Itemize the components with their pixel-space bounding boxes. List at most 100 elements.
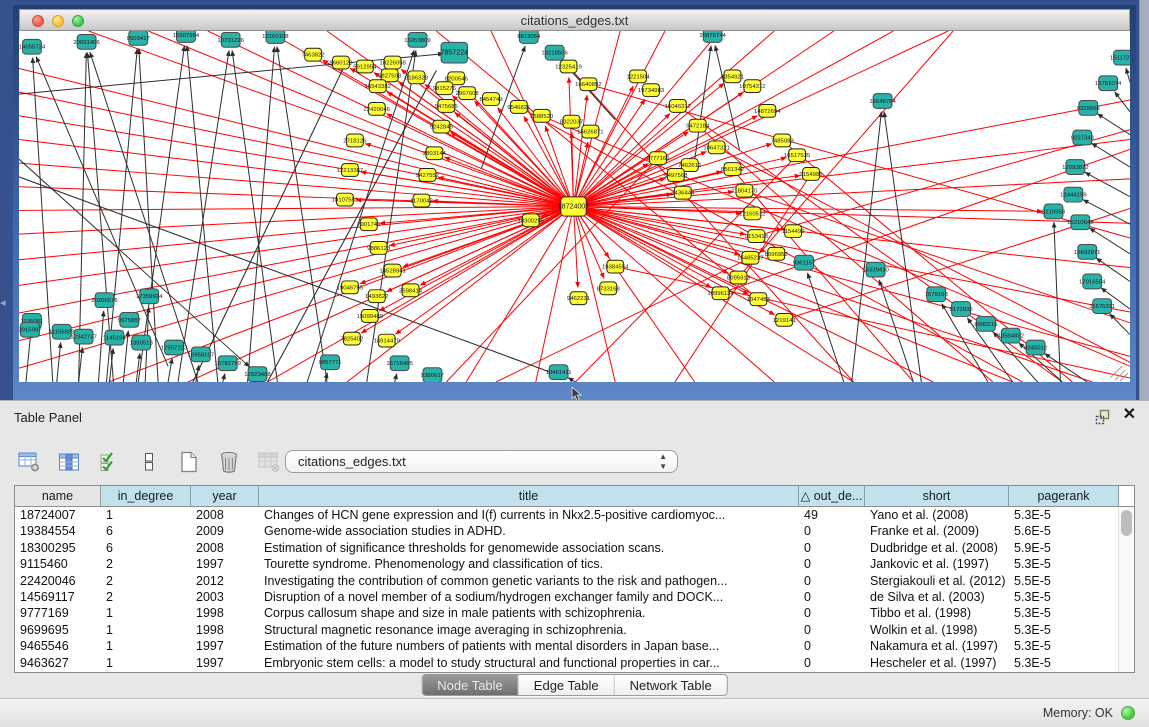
- delete-table-icon[interactable]: [216, 449, 242, 475]
- citation-edge-black[interactable]: [1097, 114, 1130, 135]
- citation-edge-black[interactable]: [168, 358, 172, 382]
- citation-edge-red[interactable]: [733, 169, 914, 382]
- citation-edge-black[interactable]: [1092, 143, 1130, 167]
- citation-edge-red[interactable]: [451, 132, 574, 206]
- network-canvas[interactable]: 1872400774638228660128591295418226058982…: [19, 31, 1130, 382]
- citation-edge-black[interactable]: [1054, 222, 1061, 382]
- citation-edge-red[interactable]: [536, 207, 574, 383]
- graph-node-label: 1493822: [365, 294, 388, 300]
- citation-edge-red[interactable]: [574, 207, 712, 288]
- graph-node-label: 7901745: [357, 222, 381, 228]
- column-header-year[interactable]: year: [191, 486, 259, 506]
- citation-edge-black[interactable]: [57, 343, 61, 382]
- citation-edge-red[interactable]: [519, 107, 1023, 382]
- window-minimize-button[interactable]: [52, 15, 64, 27]
- graph-node-label: 12093872: [1062, 165, 1088, 171]
- tab-node-table[interactable]: Node Table: [422, 675, 518, 695]
- window-zoom-button[interactable]: [72, 15, 84, 27]
- table-row[interactable]: 2242004622012Investigating the contribut…: [15, 573, 1134, 589]
- graph-node-label: 2967608: [456, 91, 480, 97]
- citation-edge-black[interactable]: [187, 46, 218, 382]
- memory-ok-indicator[interactable]: [1121, 706, 1135, 720]
- citation-edge-red[interactable]: [574, 31, 894, 207]
- graph-node-label: 9329966: [1077, 106, 1101, 112]
- table-selector-dropdown[interactable]: citations_edges.txt ▲▼: [285, 450, 678, 473]
- citation-edge-red[interactable]: [574, 207, 1130, 357]
- citation-edge-black[interactable]: [568, 378, 575, 382]
- tab-network-table[interactable]: Network Table: [614, 675, 727, 695]
- citation-edge-red[interactable]: [365, 144, 573, 207]
- network-window-titlebar[interactable]: citations_edges.txt: [19, 9, 1130, 31]
- citation-edge-black[interactable]: [1126, 68, 1130, 82]
- table-body[interactable]: 1872400712008Changes of HCN gene express…: [15, 507, 1134, 671]
- citation-edge-black[interactable]: [1085, 172, 1130, 196]
- citation-edge-black[interactable]: [138, 46, 184, 382]
- close-panel-icon[interactable]: ✕: [1123, 407, 1136, 423]
- graph-node-label: 18300295: [518, 218, 545, 224]
- citation-edge-red[interactable]: [574, 207, 749, 295]
- float-window-icon[interactable]: [1095, 409, 1111, 425]
- table-cell: 1998: [191, 622, 259, 638]
- table-row[interactable]: 977716911998Corpus callosum shape and si…: [15, 605, 1134, 621]
- column-header-in_degree[interactable]: in_degree: [101, 486, 191, 506]
- tab-edge-table[interactable]: Edge Table: [518, 675, 614, 695]
- citation-edge-black[interactable]: [884, 112, 921, 382]
- table-toolbar: f(x): [16, 447, 322, 477]
- window-close-button[interactable]: [32, 15, 44, 27]
- column-header-name[interactable]: name: [15, 486, 101, 506]
- column-header-short[interactable]: short: [865, 486, 1009, 506]
- citation-edge-black[interactable]: [807, 273, 843, 382]
- citation-edge-black[interactable]: [223, 374, 225, 382]
- graph-node-label: 8186328: [405, 75, 429, 81]
- table-row[interactable]: 1938455462009Genome-wide association stu…: [15, 523, 1134, 539]
- network-window[interactable]: citations_edges.txt 18724007746382286601…: [13, 5, 1136, 400]
- citation-edge-black[interactable]: [1110, 314, 1130, 335]
- background-panel-edge: [1139, 0, 1149, 400]
- table-row[interactable]: 1830029562008Estimation of significance …: [15, 540, 1134, 556]
- citation-edge-red[interactable]: [542, 116, 1130, 366]
- table-row[interactable]: 946554611997Estimation of the future num…: [15, 638, 1134, 654]
- table-header-row[interactable]: namein_degreeyeartitle△ out_de...shortpa…: [15, 486, 1134, 507]
- column-header-pagerank[interactable]: pagerank: [1009, 486, 1119, 506]
- citation-edge-red[interactable]: [148, 31, 573, 207]
- citation-edge-red[interactable]: [89, 31, 574, 207]
- table-row[interactable]: 911546021997Tourette syndrome. Phenomeno…: [15, 556, 1134, 572]
- table-row[interactable]: 1456911722003Disruption of a novel membe…: [15, 589, 1134, 605]
- table-cell: 1997: [191, 556, 259, 572]
- row-tools-icon[interactable]: [136, 449, 162, 475]
- scrollbar-thumb[interactable]: [1121, 510, 1132, 536]
- table-mode-icon[interactable]: [16, 449, 42, 475]
- citation-edge-red[interactable]: [19, 163, 574, 206]
- citation-edge-red[interactable]: [108, 207, 573, 383]
- citation-edge-red[interactable]: [19, 207, 574, 369]
- graph-node-label: 14872694: [754, 109, 781, 115]
- citation-edge-black[interactable]: [277, 47, 327, 382]
- graph-node-label: 17016504: [1079, 279, 1106, 285]
- table-cell: 18300295: [15, 540, 101, 556]
- table-cell: 0: [799, 655, 865, 671]
- citation-edge-black[interactable]: [395, 374, 397, 382]
- table-cell: Genome-wide association studies in ADHD.: [259, 523, 799, 539]
- column-header-out_de[interactable]: △ out_de...: [799, 486, 865, 506]
- graph-node-label: 9975887: [118, 318, 141, 324]
- citation-edge-black[interactable]: [1115, 92, 1130, 112]
- table-cell: 5.3E-5: [1009, 589, 1119, 605]
- graph-node-label: 10996134: [707, 291, 734, 297]
- select-rows-icon[interactable]: [96, 449, 122, 475]
- panel-collapse-arrow[interactable]: ◂: [0, 296, 6, 309]
- citation-edge-black[interactable]: [178, 51, 229, 382]
- citation-edge-red[interactable]: [19, 207, 574, 260]
- show-columns-icon[interactable]: [56, 449, 82, 475]
- table-row[interactable]: 1872400712008Changes of HCN gene express…: [15, 507, 1134, 523]
- graph-node-label: 8733168: [597, 286, 621, 292]
- table-cell: 1997: [191, 655, 259, 671]
- column-header-title[interactable]: title: [259, 486, 799, 506]
- graph-node-label: 7679193: [925, 292, 949, 298]
- table-row[interactable]: 946362711997Embryonic stem cells: a mode…: [15, 655, 1134, 671]
- vertical-scrollbar[interactable]: [1118, 507, 1134, 672]
- citation-edge-red[interactable]: [738, 31, 953, 277]
- new-table-icon[interactable]: [176, 449, 202, 475]
- table-row[interactable]: 969969511998Structural magnetic resonanc…: [15, 622, 1134, 638]
- table-cell: 1998: [191, 605, 259, 621]
- citation-edge-red[interactable]: [574, 179, 1130, 207]
